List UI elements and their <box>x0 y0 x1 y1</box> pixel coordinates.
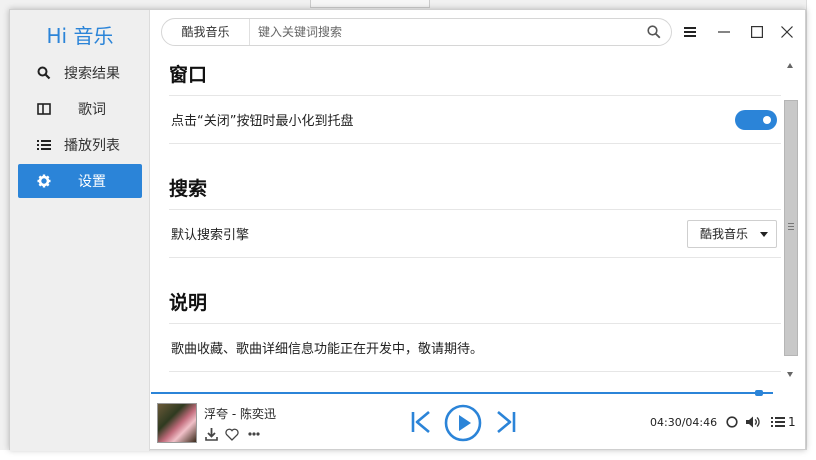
select-value: 酷我音乐 <box>700 227 749 241</box>
app-window: Hi 音乐 搜索结果 歌词 播放列表 设置 酷我音乐 键入关键词搜索 窗口 点击… <box>9 9 807 451</box>
now-playing-title: 浮夸 - 陈奕迅 <box>204 407 276 421</box>
setting-row-minimize-to-tray: 点击“关闭”按钮时最小化到托盘 <box>169 96 781 144</box>
close-button[interactable] <box>775 20 799 44</box>
main-panel: 酷我音乐 窗口 点击“关闭”按钮时最小化到托盘 <box>151 10 807 451</box>
play-button[interactable] <box>444 404 482 442</box>
volume-button[interactable] <box>745 414 761 430</box>
scroll-down-arrow-icon[interactable] <box>787 372 793 377</box>
default-engine-select[interactable]: 酷我音乐 <box>687 220 777 248</box>
search-engine-selector[interactable]: 酷我音乐 <box>162 19 250 45</box>
album-cover[interactable] <box>157 403 197 443</box>
toggle-knob <box>763 116 771 124</box>
sidebar-nav: 搜索结果 歌词 播放列表 设置 <box>18 56 142 200</box>
scrollbar-thumb[interactable] <box>784 100 798 356</box>
menu-button[interactable] <box>678 20 702 44</box>
gear-icon <box>36 173 52 189</box>
playlist-icon <box>771 417 785 427</box>
sidebar-item-label: 歌词 <box>78 102 106 118</box>
sidebar-item-lyrics[interactable]: 歌词 <box>18 92 142 126</box>
setting-label: 点击“关闭”按钮时最小化到托盘 <box>171 114 354 129</box>
search-button[interactable] <box>637 19 671 45</box>
more-button[interactable] <box>247 427 261 441</box>
sidebar-item-label: 播放列表 <box>64 138 120 154</box>
background-window-edge <box>310 0 430 8</box>
app-logo: Hi 音乐 <box>46 24 114 48</box>
list-icon <box>36 137 52 153</box>
setting-label: 默认搜索引擎 <box>171 228 250 243</box>
more-dots-icon <box>248 432 260 436</box>
search-input[interactable] <box>250 20 637 44</box>
favorite-button[interactable] <box>225 427 239 441</box>
download-button[interactable] <box>204 427 218 441</box>
close-icon <box>781 26 793 38</box>
minimize-to-tray-toggle[interactable] <box>735 110 777 130</box>
lyrics-panel-icon <box>36 101 52 117</box>
background-document-edge-bottom <box>0 450 816 460</box>
about-text: 歌曲收藏、歌曲详细信息功能正在开发中，敬请期待。 <box>171 342 484 357</box>
minimize-icon <box>718 31 730 33</box>
background-document-edge <box>806 0 816 460</box>
search-bar: 酷我音乐 <box>161 18 672 46</box>
download-icon <box>204 427 218 441</box>
content-scrollbar[interactable] <box>783 58 799 380</box>
maximize-icon <box>751 26 763 38</box>
play-icon <box>444 404 482 442</box>
playback-time: 04:30/04:46 <box>650 416 718 429</box>
search-icon <box>647 25 661 39</box>
hamburger-menu-icon <box>684 27 696 37</box>
minimize-button[interactable] <box>712 20 736 44</box>
sidebar: Hi 音乐 搜索结果 歌词 播放列表 设置 <box>10 10 150 451</box>
skip-previous-icon <box>411 411 430 433</box>
top-bar: 酷我音乐 <box>151 10 807 54</box>
sidebar-item-playlist[interactable]: 播放列表 <box>18 128 142 162</box>
sidebar-item-search-results[interactable]: 搜索结果 <box>18 56 142 90</box>
chevron-down-icon <box>760 232 768 237</box>
search-icon <box>36 65 52 81</box>
next-button[interactable] <box>494 408 518 436</box>
circle-play-mode-icon <box>726 416 738 428</box>
section-title-window: 窗口 <box>169 54 781 96</box>
playlist-button[interactable] <box>770 414 786 430</box>
heart-icon <box>225 428 239 441</box>
setting-row-default-engine: 默认搜索引擎 酷我音乐 <box>169 210 781 258</box>
previous-button[interactable] <box>409 408 433 436</box>
section-title-search: 搜索 <box>169 168 781 210</box>
sidebar-item-label: 搜索结果 <box>64 66 120 82</box>
scroll-up-arrow-icon[interactable] <box>787 63 793 68</box>
section-title-about: 说明 <box>169 282 781 324</box>
maximize-button[interactable] <box>745 20 769 44</box>
about-text-row: 歌曲收藏、歌曲详细信息功能正在开发中，敬请期待。 <box>169 324 781 372</box>
settings-content: 窗口 点击“关闭”按钮时最小化到托盘 搜索 默认搜索引擎 酷我音乐 说明 歌曲收… <box>169 54 781 390</box>
sidebar-item-label: 设置 <box>78 174 106 190</box>
volume-icon <box>746 416 760 428</box>
player-bar: 浮夸 - 陈奕迅 04:30/04:46 1 <box>151 396 807 451</box>
playlist-count: 1 <box>788 415 796 429</box>
play-mode-button[interactable] <box>724 414 740 430</box>
progress-track[interactable] <box>151 392 773 394</box>
sidebar-item-settings[interactable]: 设置 <box>18 164 142 198</box>
skip-next-icon <box>497 411 516 433</box>
